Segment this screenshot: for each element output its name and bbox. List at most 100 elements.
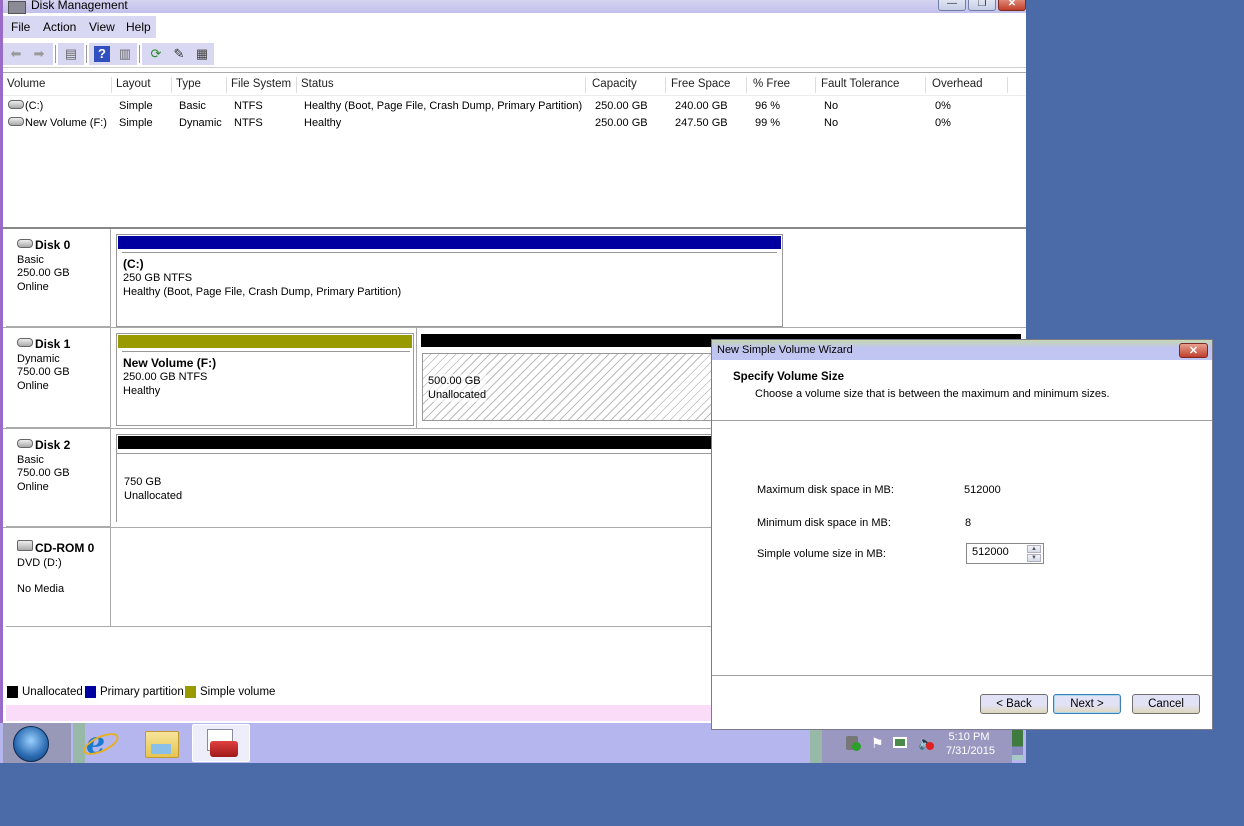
legend-label-primary-partition: Primary partition — [100, 686, 184, 698]
column-separator[interactable] — [1007, 77, 1008, 93]
disk-label[interactable]: Disk 0 Basic 250.00 GB Online — [6, 229, 111, 327]
column-separator[interactable] — [111, 77, 112, 93]
max-disk-space-value: 512000 — [964, 484, 1001, 496]
legend-label-unallocated: Unallocated — [22, 686, 83, 698]
table-row[interactable]: (C:) Simple Basic NTFS Healthy (Boot, Pa… — [3, 99, 1026, 115]
column-separator[interactable] — [585, 77, 586, 93]
partition-status: Healthy (Boot, Page File, Crash Dump, Pr… — [123, 286, 402, 298]
show-hide-action-pane-icon[interactable]: ▥ — [117, 46, 133, 62]
cell-free-space: 247.50 GB — [675, 117, 728, 129]
cell-type: Dynamic — [179, 117, 222, 129]
column-header-percent-free[interactable]: % Free — [753, 78, 790, 90]
cell-volume: New Volume (F:) — [25, 117, 107, 129]
menu-view[interactable]: View — [89, 20, 115, 34]
back-arrow-icon[interactable]: ⬅ — [8, 46, 24, 62]
cell-volume: (C:) — [25, 100, 44, 112]
disk-label[interactable]: CD-ROM 0 DVD (D:) No Media — [6, 528, 111, 627]
forward-arrow-icon[interactable]: ➡ — [31, 46, 47, 62]
minimize-button[interactable]: — — [938, 0, 966, 11]
action-center-flag-icon[interactable]: ⚑ — [871, 736, 884, 750]
legend-swatch-unallocated — [7, 686, 18, 698]
wizard-heading: Specify Volume Size — [733, 371, 844, 383]
column-header-free-space[interactable]: Free Space — [671, 78, 730, 90]
network-icon[interactable] — [893, 737, 907, 748]
column-separator[interactable] — [665, 77, 666, 93]
column-header-status[interactable]: Status — [301, 78, 334, 90]
title-bar[interactable]: Disk Management — ❐ ✕ — [3, 0, 1026, 14]
column-separator[interactable] — [226, 77, 227, 93]
show-desktop-button[interactable] — [1012, 726, 1023, 760]
volume-list: Volume Layout Type File System Status Ca… — [3, 72, 1026, 228]
partition-size: 250.00 GB NTFS — [123, 371, 208, 383]
column-separator[interactable] — [746, 77, 747, 93]
start-button[interactable] — [3, 723, 71, 763]
table-row[interactable]: New Volume (F:) Simple Dynamic NTFS Heal… — [3, 116, 1026, 132]
taskbar-app-computer-management[interactable] — [192, 724, 250, 762]
menu-action[interactable]: Action — [43, 20, 76, 34]
menu-file[interactable]: File — [11, 20, 30, 34]
help-icon[interactable]: ? — [94, 46, 110, 62]
column-header-file-system[interactable]: File System — [231, 78, 291, 90]
clock[interactable]: 5:10 PM 7/31/2015 — [946, 730, 995, 758]
restore-icon: ❐ — [977, 0, 987, 9]
menu-help[interactable]: Help — [126, 20, 151, 34]
restore-button[interactable]: ❐ — [968, 0, 996, 11]
refresh-icon[interactable]: ⟳ — [148, 46, 164, 62]
clock-date: 7/31/2015 — [946, 745, 995, 757]
column-header-fault-tolerance[interactable]: Fault Tolerance — [821, 78, 899, 90]
column-separator[interactable] — [815, 77, 816, 93]
column-separator[interactable] — [296, 77, 297, 93]
partition-status: Unallocated — [428, 389, 487, 401]
wizard-title-bar[interactable]: New Simple Volume Wizard ✕ — [712, 340, 1212, 360]
partition-color-bar — [118, 335, 412, 348]
disk-size: 750.00 GB — [17, 467, 70, 479]
folder-library-icon — [151, 744, 171, 754]
taskbar-app-internet-explorer[interactable]: e — [76, 724, 134, 762]
cell-percent-free: 96 % — [755, 100, 781, 112]
close-icon: ✕ — [1188, 345, 1199, 357]
menu-bar: File Action View Help — [3, 16, 1026, 38]
next-button[interactable]: Next > — [1053, 694, 1121, 714]
partition-divider — [122, 351, 410, 352]
disk-type: Basic — [17, 253, 44, 266]
hard-disk-icon — [17, 439, 33, 448]
column-separator[interactable] — [171, 77, 172, 93]
volume-size-input[interactable]: 512000 — [972, 546, 1009, 558]
volume-drive-icon — [8, 100, 24, 109]
column-header-volume[interactable]: Volume — [7, 78, 45, 90]
column-header-type[interactable]: Type — [176, 78, 201, 90]
min-disk-space-value: 8 — [965, 517, 972, 529]
taskbar-app-windows-explorer[interactable] — [134, 724, 192, 762]
back-button[interactable]: < Back — [980, 694, 1048, 714]
cell-free-space: 240.00 GB — [675, 100, 728, 112]
disk-label[interactable]: Disk 2 Basic 750.00 GB Online — [6, 429, 111, 527]
column-header-capacity[interactable]: Capacity — [592, 78, 637, 90]
partition-c[interactable]: (C:) 250 GB NTFS Healthy (Boot, Page Fil… — [116, 234, 783, 327]
cancel-button[interactable]: Cancel — [1132, 694, 1200, 714]
partition-new-volume-f[interactable]: New Volume (F:) 250.00 GB NTFS Healthy — [116, 333, 414, 426]
column-header-overhead[interactable]: Overhead — [932, 78, 983, 90]
partition-size: 500.00 GB — [428, 375, 481, 387]
disk-label[interactable]: Disk 1 Dynamic 750.00 GB Online — [6, 328, 111, 428]
cell-capacity: 250.00 GB — [595, 117, 648, 129]
column-separator[interactable] — [925, 77, 926, 93]
legend-swatch-simple-volume — [185, 686, 196, 698]
new-simple-volume-wizard-dialog: New Simple Volume Wizard ✕ Specify Volum… — [711, 339, 1213, 730]
show-hide-console-tree-icon[interactable]: ▤ — [63, 46, 79, 62]
disk-settings-icon[interactable]: ▦ — [194, 46, 210, 62]
partition-divider — [122, 252, 777, 253]
wizard-header-divider — [712, 420, 1212, 421]
close-button[interactable]: ✕ — [998, 0, 1026, 11]
wizard-close-button[interactable]: ✕ — [1179, 343, 1208, 358]
volume-size-stepper[interactable]: 512000 ▲ ▼ — [966, 543, 1044, 564]
spin-up-arrow-icon[interactable]: ▲ — [1027, 545, 1041, 553]
close-icon: ✕ — [1007, 0, 1017, 9]
legend-label-simple-volume: Simple volume — [200, 686, 276, 698]
cell-status: Healthy (Boot, Page File, Crash Dump, Pr… — [304, 100, 583, 112]
properties-icon[interactable]: ✎ — [171, 46, 187, 62]
spin-down-arrow-icon[interactable]: ▼ — [1027, 554, 1041, 562]
column-header-layout[interactable]: Layout — [116, 78, 151, 90]
disk-status: No Media — [17, 583, 65, 595]
toolbar-separator — [139, 45, 140, 63]
cell-overhead: 0% — [935, 100, 951, 112]
